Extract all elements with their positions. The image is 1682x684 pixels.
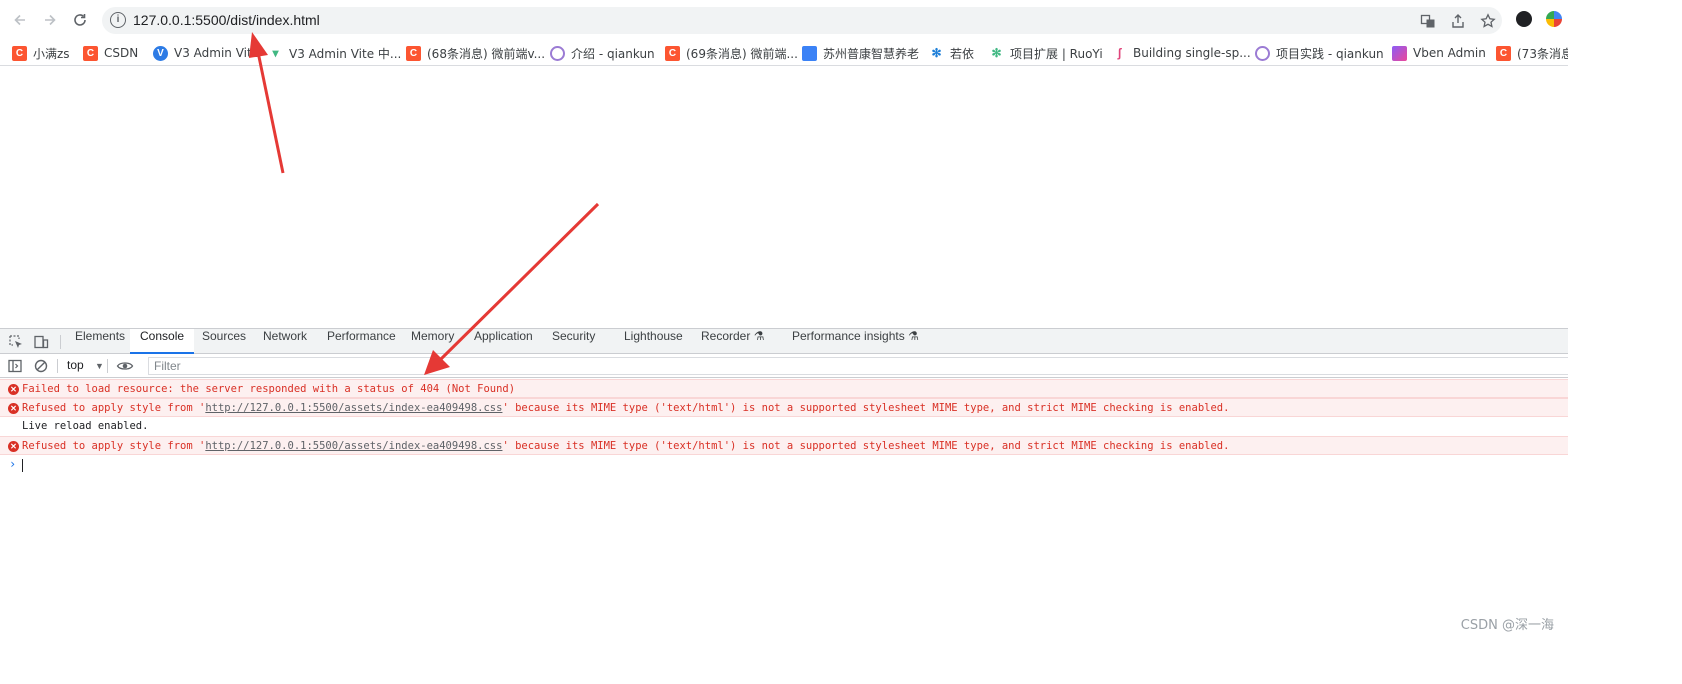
tab-console[interactable]: Console <box>130 329 195 354</box>
bookmark-item[interactable]: 项目实践 - qiankun <box>1255 43 1384 63</box>
extension-color-icon[interactable] <box>1546 11 1562 27</box>
clear-console-icon[interactable] <box>29 354 53 378</box>
bookmark-item[interactable]: Vben Admin <box>1392 43 1486 63</box>
ruoyi-icon: ✻ <box>929 45 944 61</box>
error-icon: ✕ <box>8 441 19 452</box>
console-message-error: ✕ Failed to load resource: the server re… <box>0 379 1568 398</box>
csdn-icon: C <box>83 45 98 61</box>
tab-memory[interactable]: Memory <box>411 329 454 354</box>
qiankun-icon <box>550 45 565 61</box>
vite-icon: V <box>153 45 168 61</box>
separator <box>107 359 108 373</box>
separator <box>60 335 61 349</box>
address-bar[interactable]: i 127.0.0.1:5500/dist/index.html <box>102 7 1502 34</box>
tab-application[interactable]: Application <box>474 329 533 354</box>
sidebar-toggle-icon[interactable] <box>3 354 27 378</box>
flask-icon: ⚗ <box>908 329 919 343</box>
tab-performance-insights[interactable]: Performance insights ⚗ <box>792 329 919 354</box>
translate-icon[interactable] <box>1420 13 1436 29</box>
bookmark-item[interactable]: C (73条消息 <box>1496 43 1568 63</box>
bookmark-item[interactable]: 苏州普康智慧养老 <box>802 43 919 63</box>
console-toolbar: top ▼ Filter <box>0 354 1568 378</box>
tab-elements[interactable]: Elements <box>75 329 125 354</box>
console-prompt-icon: › <box>9 457 17 471</box>
csdn-icon: C <box>406 45 421 61</box>
watermark: CSDN @深一海 <box>1460 618 1554 633</box>
url-text: 127.0.0.1:5500/dist/index.html <box>133 12 320 28</box>
inspect-element-icon[interactable] <box>4 330 28 354</box>
eye-icon[interactable] <box>113 354 137 378</box>
resource-link[interactable]: http://127.0.0.1:5500/assets/index-ea409… <box>205 402 502 414</box>
console-message-error: ✕ Refused to apply style from 'http://12… <box>0 436 1568 455</box>
context-selector[interactable]: top ▼ <box>67 358 104 372</box>
vue-icon: ▾ <box>268 45 283 61</box>
error-icon: ✕ <box>8 384 19 395</box>
site-info-icon[interactable]: i <box>110 12 126 28</box>
bookmark-item[interactable]: C (69条消息) 微前端... <box>665 43 798 63</box>
singlespa-icon: ʃ <box>1112 45 1127 61</box>
bookmark-item[interactable]: C (68条消息) 微前端v... <box>406 43 545 63</box>
bookmark-item[interactable]: C 小满zs <box>12 43 70 63</box>
tab-sources[interactable]: Sources <box>202 329 246 354</box>
console-message-info: Live reload enabled. <box>0 417 1568 436</box>
browser-toolbar: i 127.0.0.1:5500/dist/index.html <box>0 0 1568 40</box>
bookmark-item[interactable]: ✻ 若依 <box>929 43 974 63</box>
device-toolbar-icon[interactable] <box>29 330 53 354</box>
flask-icon: ⚗ <box>753 329 765 343</box>
vben-icon <box>1392 45 1407 61</box>
tab-lighthouse[interactable]: Lighthouse <box>624 329 683 354</box>
error-icon: ✕ <box>8 403 19 414</box>
tab-recorder[interactable]: Recorder ⚗ <box>701 329 764 354</box>
annotation-arrows <box>249 32 600 375</box>
caret-down-icon: ▼ <box>95 361 104 371</box>
reload-icon[interactable] <box>68 8 92 32</box>
console-input-caret[interactable] <box>22 459 23 472</box>
ruoyi-icon: ✻ <box>989 45 1004 61</box>
resource-link[interactable]: http://127.0.0.1:5500/assets/index-ea409… <box>205 440 502 452</box>
console-message-error: ✕ Refused to apply style from 'http://12… <box>0 398 1568 417</box>
bookmark-item[interactable]: ▾ V3 Admin Vite 中... <box>268 43 401 63</box>
tab-network[interactable]: Network <box>263 329 307 354</box>
extension-glasses-icon[interactable] <box>1516 11 1532 27</box>
bookmark-item[interactable]: 介绍 - qiankun <box>550 43 655 63</box>
site-icon <box>802 45 817 61</box>
tab-performance[interactable]: Performance <box>327 329 396 354</box>
tab-security[interactable]: Security <box>552 329 595 354</box>
share-icon[interactable] <box>1450 13 1466 29</box>
bookmark-item[interactable]: ✻ 项目扩展 | RuoYi <box>989 43 1103 63</box>
back-arrow-icon[interactable] <box>8 8 32 32</box>
csdn-icon: C <box>665 45 680 61</box>
bookmarks-bar: C 小满zs C CSDN V V3 Admin Vite ▾ V3 Admin Vit… <box>0 40 1568 66</box>
csdn-icon: C <box>12 45 27 61</box>
forward-arrow-icon[interactable] <box>38 8 62 32</box>
filter-input[interactable]: Filter <box>148 357 1568 375</box>
csdn-icon: C <box>1496 45 1511 61</box>
bookmark-star-icon[interactable] <box>1480 13 1496 29</box>
bookmark-item[interactable]: ʃ Building single-sp... <box>1112 43 1251 63</box>
bookmark-item[interactable]: V V3 Admin Vite <box>153 43 259 63</box>
devtools-tab-strip: Elements Console Sources Network Perform… <box>0 328 1568 354</box>
separator <box>57 359 58 373</box>
bookmark-item[interactable]: C CSDN <box>83 43 138 63</box>
qiankun-icon <box>1255 45 1270 61</box>
